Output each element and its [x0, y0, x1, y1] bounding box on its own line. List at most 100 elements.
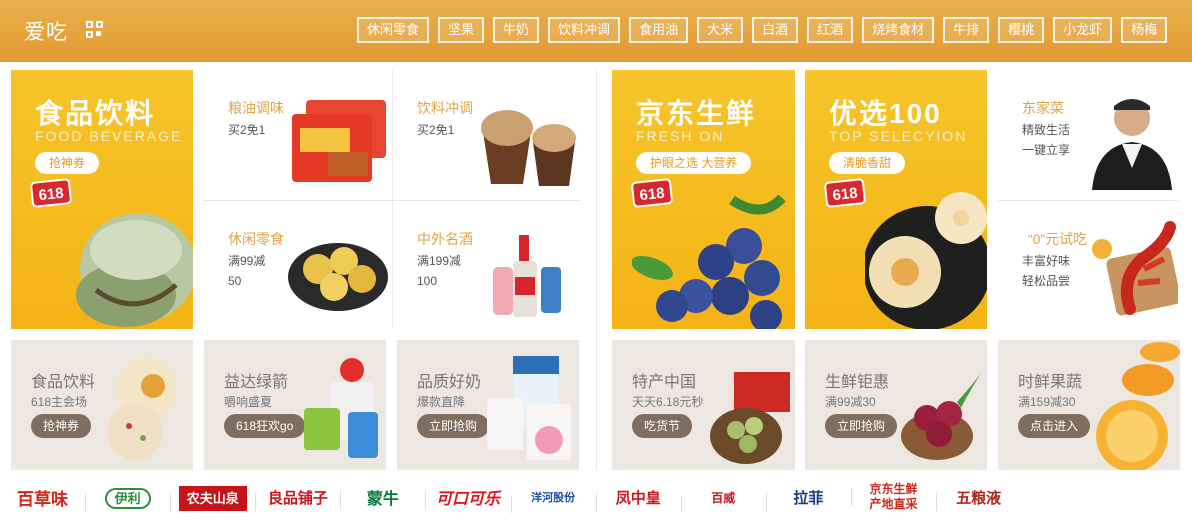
promo-subtitle: TOP SELECYION	[829, 128, 968, 144]
tag-link[interactable]: 食用油	[629, 17, 689, 43]
cell-title: 粮油调味	[228, 100, 284, 116]
grain-oil-cell[interactable]: 粮油调味 买2免1	[204, 70, 392, 200]
chef-portrait-image	[1092, 99, 1172, 190]
brand-name: 京东生鲜 产地直采	[869, 482, 918, 511]
specialty-food-image	[710, 372, 790, 464]
brand-name: 百威	[711, 490, 736, 505]
brand-logo[interactable]: 拉菲	[765, 487, 851, 511]
orange-slices-image	[1096, 342, 1180, 470]
tag-link[interactable]: 红酒	[807, 17, 854, 43]
beverage-cell[interactable]: 饮料冲调 买2免1	[393, 70, 580, 200]
free-trial-cell[interactable]: “0”元试吃 丰富好味 轻松品尝	[998, 201, 1180, 329]
gum-products-image	[304, 358, 378, 458]
brand-logo[interactable]: 洋河股份	[510, 489, 596, 513]
promo-subtitle: FRESH ON	[636, 128, 725, 144]
brand-logo[interactable]: 京东生鲜 产地直采	[850, 482, 936, 512]
promo-button[interactable]: 清脆香甜	[829, 152, 906, 174]
brand-name: 伊利	[104, 487, 151, 509]
tag-link[interactable]: 坚果	[438, 17, 485, 43]
noodles-image	[292, 100, 386, 182]
pastry-plate-image	[288, 243, 388, 311]
brand-name: 拉菲	[793, 489, 824, 507]
milk-cartons-image	[487, 356, 571, 460]
brand-name: 农夫山泉	[178, 485, 247, 511]
china-specialty-tile[interactable]: 特产中国 天天6.18元秒 吃货节	[612, 340, 795, 470]
cell-subtitle: 丰富好味 轻松品尝	[1022, 254, 1071, 288]
brand-name: 洋河股份	[531, 492, 576, 504]
tile-subtitle: 爆款直降	[417, 395, 466, 409]
brand-name: 可口可乐	[436, 491, 501, 508]
promo-subtitle: FOOD BEVERAGE	[35, 128, 183, 144]
melon-plate-image	[865, 192, 987, 329]
brand-logo[interactable]: 凤中皇	[595, 487, 681, 511]
tile-button[interactable]: 点击进入	[1018, 414, 1091, 438]
cell-subtitle: 精致生活 一键立享	[1022, 123, 1071, 157]
tag-link[interactable]: 小龙虾	[1053, 17, 1113, 43]
tag-link[interactable]: 烧烤食材	[862, 17, 935, 43]
tile-button[interactable]: 立即抢购	[417, 414, 490, 438]
tile-title: 品质好奶	[417, 374, 482, 391]
promo-title: 优选100	[829, 98, 942, 129]
brand-logo[interactable]: 良品铺子	[255, 487, 340, 511]
tag-link[interactable]: 大米	[697, 17, 744, 43]
cell-title: 饮料冲调	[417, 100, 473, 116]
dongjiacai-cell[interactable]: 东家菜 精致生活 一键立享	[998, 70, 1180, 200]
tile-subtitle: 天天6.18元秒	[632, 395, 704, 409]
tile-button[interactable]: 618狂欢go	[224, 414, 306, 438]
cell-subtitle: 买2免1	[417, 123, 455, 137]
fresh-promo[interactable]: 京东生鲜 FRESH ON 护眼之选 大营养 618	[612, 70, 795, 329]
fresh-produce-tile[interactable]: 时鲜果蔬 满159减30 点击进入	[998, 340, 1180, 470]
tag-link[interactable]: 饮料冲调	[548, 17, 621, 43]
brand-name: 五粮液	[956, 489, 1002, 507]
food-beverage-tile[interactable]: 食品饮料 618主会场 抢神券	[11, 340, 193, 470]
snacks-cell[interactable]: 休闲零食 满99减 50	[204, 201, 392, 329]
channel-title: 爱吃	[24, 21, 68, 44]
brand-name: 良品铺子	[267, 489, 328, 507]
tile-button[interactable]: 抢神券	[31, 414, 92, 438]
coupon-button[interactable]: 抢神券	[35, 152, 100, 174]
tag-link[interactable]: 休闲零食	[357, 17, 430, 43]
promo-button[interactable]: 护眼之选 大营养	[636, 152, 752, 174]
blueberry-image	[632, 194, 786, 329]
yida-tile[interactable]: 益达绿箭 嚼响盛夏 618狂欢go	[204, 340, 386, 470]
brand-logo[interactable]: 百草味	[0, 485, 85, 510]
tag-link[interactable]: 牛排	[943, 17, 990, 43]
quality-milk-tile[interactable]: 品质好奶 爆款直降 立即抢购	[397, 340, 579, 470]
tile-title: 食品饮料	[31, 374, 96, 391]
tag-link[interactable]: 牛奶	[493, 17, 540, 43]
tile-title: 时鲜果蔬	[1018, 374, 1083, 391]
tag-link[interactable]: 樱桃	[998, 17, 1045, 43]
brand-logo[interactable]: 农夫山泉	[170, 485, 255, 512]
brand-logo[interactable]: 可口可乐	[425, 485, 510, 509]
liquor-bottles-image	[493, 235, 561, 317]
brand-logo[interactable]: 蒙牛	[340, 485, 425, 509]
tile-subtitle: 嚼响盛夏	[224, 395, 273, 409]
tile-button[interactable]: 吃货节	[632, 414, 693, 438]
drink-cups-image	[481, 110, 576, 186]
tile-subtitle: 618主会场	[31, 395, 88, 409]
cell-subtitle: 买2免1	[228, 123, 266, 137]
tile-subtitle: 满99减30	[825, 395, 876, 409]
brand-logo[interactable]: 伊利	[85, 487, 170, 512]
mooncake-image	[107, 358, 177, 460]
tile-button[interactable]: 立即抢购	[825, 414, 898, 438]
qr-code-icon[interactable]	[86, 21, 103, 38]
tag-link[interactable]: 白酒	[752, 17, 799, 43]
fresh-deal-tile[interactable]: 生鲜钜惠 满99减30 立即抢购	[805, 340, 987, 470]
promo-title: 食品饮料	[35, 98, 156, 129]
cake-image	[76, 213, 193, 327]
tile-title: 生鲜钜惠	[825, 374, 890, 391]
select100-promo[interactable]: 优选100 TOP SELECYION 清脆香甜 618	[805, 70, 987, 329]
618-badge: 618	[823, 177, 867, 209]
brand-logo[interactable]: 百威	[680, 489, 766, 513]
cell-title: 休闲零食	[228, 231, 284, 247]
food-beverage-promo[interactable]: 食品饮料 FOOD BEVERAGE 抢神券 618	[11, 70, 193, 329]
tag-link[interactable]: 杨梅	[1121, 17, 1168, 43]
hot-tags: 休闲零食 坚果 牛奶 饮料冲调 食用油 大米 白酒 红酒 烧烤食材 牛排 樱桃 …	[357, 17, 1176, 43]
brand-name: 凤中皇	[615, 489, 661, 507]
liquor-cell[interactable]: 中外名酒 满199减 100	[393, 201, 580, 329]
bayberry-image	[901, 370, 983, 460]
cell-title: 东家菜	[1022, 100, 1064, 116]
lobster-image	[1092, 221, 1178, 316]
brand-logo[interactable]: 五粮液	[936, 487, 1021, 511]
